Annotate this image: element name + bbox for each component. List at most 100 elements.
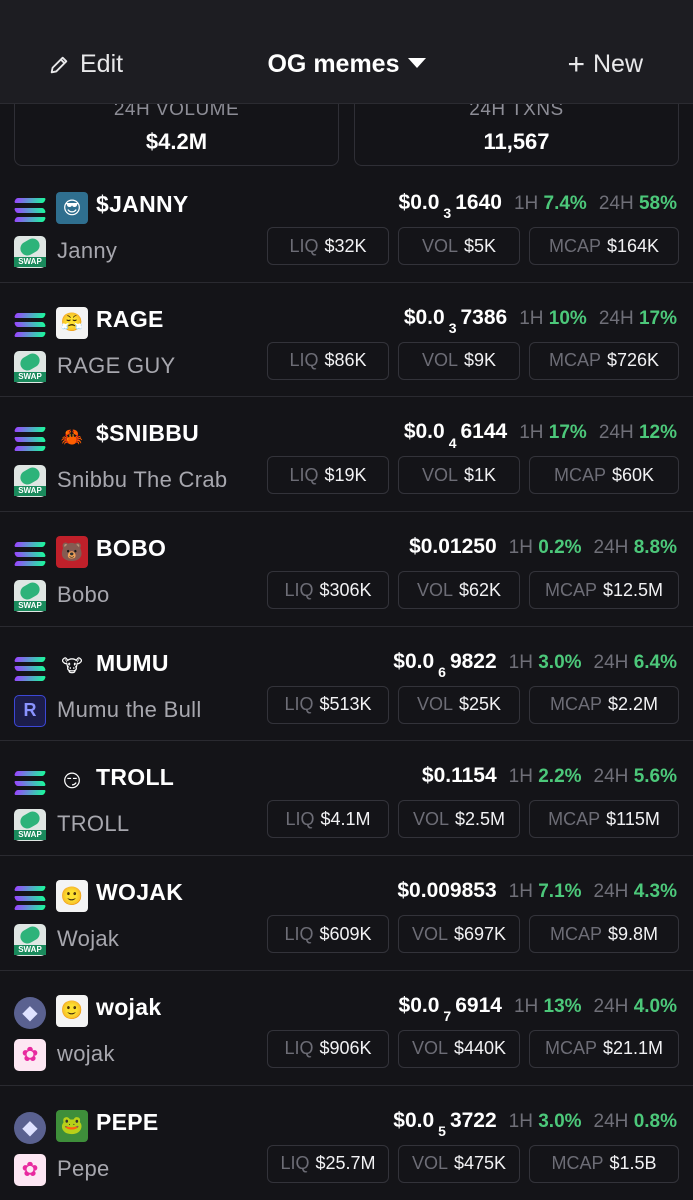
wojak-icon: 🙂 xyxy=(56,880,88,913)
token-row[interactable]: ◆ 🐸 PEPE ✿ Pepe $0.0 5 3722 1H 3.0% 24H 0.8% LIQ $2… xyxy=(0,1086,693,1200)
token-name: wojak xyxy=(57,1040,115,1066)
token-row[interactable]: 🐻 BOBO SWAP Bobo $0.01250 1H 0.2% 24H 8.8% LIQ $… xyxy=(0,512,693,627)
token-symbol: WOJAK xyxy=(96,879,184,906)
janny-avatar-icon: 😎 xyxy=(56,192,88,224)
price-zero-count: 3 xyxy=(448,319,457,336)
volume-pill: VOL $9K xyxy=(398,341,520,380)
metrics-pills: LIQ $306K VOL $62K MCAP $12.5M xyxy=(267,571,679,610)
pepe-icon: 🐸 xyxy=(56,1109,88,1142)
token-row[interactable]: 😏 TROLL SWAP TROLL $0.1154 1H 2.2% 24H 5.6% LIQ… xyxy=(0,741,693,857)
token-price: $0.1154 xyxy=(421,764,497,788)
market-cap-pill: MCAP $12.5M xyxy=(529,571,679,610)
token-name: Snibbu The Crab xyxy=(57,467,228,493)
wojak-icon: 🙂 xyxy=(56,994,88,1027)
price-change-group: $0.0 3 1640 1H 7.4% 24H 58% xyxy=(399,191,677,221)
volume-pill: VOL $2.5M xyxy=(398,800,520,839)
change-24h: 24H 12% xyxy=(598,422,677,444)
token-symbol: $JANNY xyxy=(96,191,189,217)
change-1h: 1H 13% xyxy=(513,995,582,1017)
solana-chain-icon xyxy=(13,767,47,799)
swap-dex-icon: SWAP xyxy=(14,235,46,268)
liquidity-pill: LIQ $32K xyxy=(267,227,389,265)
token-price: $0.0 7 6914 xyxy=(398,993,502,1024)
price-zero-count: 7 xyxy=(443,1008,452,1024)
volume-pill: VOL $697K xyxy=(398,915,520,954)
price-change-group: $0.0 6 9822 1H 3.0% 24H 6.4% xyxy=(393,649,677,680)
price-change-group: $0.0 5 3722 1H 3.0% 24H 0.8% xyxy=(393,1108,677,1139)
volume-pill: VOL $5K xyxy=(398,227,520,265)
token-price: $0.009853 xyxy=(397,879,497,903)
market-cap-pill: MCAP $21.1M xyxy=(529,1029,679,1068)
change-1h: 1H 7.1% xyxy=(508,881,582,903)
metrics-pills: LIQ $19K VOL $1K MCAP $60K xyxy=(267,456,679,495)
market-cap-pill: MCAP $60K xyxy=(529,456,679,495)
price-zero-count: 4 xyxy=(448,434,457,451)
caret-down-icon xyxy=(407,58,426,69)
new-button[interactable]: + New xyxy=(567,50,643,80)
solana-chain-icon xyxy=(13,653,47,685)
price-change-group: $0.0 4 6144 1H 17% 24H 12% xyxy=(403,420,677,451)
token-name: Wojak xyxy=(57,926,120,952)
uniswap-dex-icon: ✿ xyxy=(14,1153,46,1186)
token-symbol: BOBO xyxy=(96,535,167,562)
token-price: $0.0 5 3722 xyxy=(393,1108,497,1139)
market-cap-pill: MCAP $164K xyxy=(529,227,679,265)
metrics-pills: LIQ $906K VOL $440K MCAP $21.1M xyxy=(267,1029,679,1068)
price-change-group: $0.1154 1H 2.2% 24H 5.6% xyxy=(422,764,677,788)
price-change-group: $0.01250 1H 0.2% 24H 8.8% xyxy=(409,535,677,559)
token-name: Bobo xyxy=(57,582,110,608)
bull-icon: 🐮 xyxy=(61,656,83,677)
price-change-group: $0.009853 1H 7.1% 24H 4.3% xyxy=(397,879,677,903)
volume-value: $4.2M xyxy=(145,129,208,154)
raydium-dex-icon: R xyxy=(14,694,46,727)
metrics-pills: LIQ $25.7M VOL $475K MCAP $1.5B xyxy=(267,1144,679,1183)
metrics-pills: LIQ $513K VOL $25K MCAP $2.2M xyxy=(267,685,679,724)
liquidity-pill: LIQ $306K xyxy=(267,571,389,610)
token-row[interactable]: 😤 RAGE SWAP RAGE GUY $0.0 3 7386 1H 10% 24H 17% L… xyxy=(0,283,693,398)
token-name: RAGE GUY xyxy=(57,352,176,378)
change-24h: 24H 58% xyxy=(598,193,677,214)
price-change-group: $0.0 3 7386 1H 10% 24H 17% xyxy=(404,306,677,336)
token-symbol: TROLL xyxy=(96,764,175,791)
metrics-pills: LIQ $4.1M VOL $2.5M MCAP $115M xyxy=(267,800,679,839)
liquidity-pill: LIQ $86K xyxy=(267,341,389,380)
token-row[interactable]: 🦀 $SNIBBU SWAP Snibbu The Crab $0.0 4 6144 1H 1… xyxy=(0,397,693,513)
change-1h: 1H 0.2% xyxy=(508,537,582,559)
liquidity-pill: LIQ $19K xyxy=(267,456,389,495)
liquidity-pill: LIQ $906K xyxy=(267,1029,389,1068)
token-row[interactable]: 🙂 WOJAK SWAP Wojak $0.009853 1H 7.1% 24H 4.3% L… xyxy=(0,856,693,971)
ethereum-chain-icon: ◆ xyxy=(14,1111,46,1144)
change-24h: 24H 4.3% xyxy=(593,881,677,903)
uniswap-dex-icon: ✿ xyxy=(14,1038,46,1071)
change-24h: 24H 6.4% xyxy=(593,651,677,673)
liquidity-pill: LIQ $513K xyxy=(267,685,389,724)
metrics-pills: LIQ $609K VOL $697K MCAP $9.8M xyxy=(267,915,679,954)
volume-pill: VOL $1K xyxy=(398,456,520,495)
market-cap-pill: MCAP $726K xyxy=(529,341,679,380)
token-name: TROLL xyxy=(57,811,130,837)
token-row[interactable]: 😎 $JANNY SWAP Janny $0.0 3 1640 1H 7.4% 24H 58% L… xyxy=(0,168,693,283)
token-list: 😎 $JANNY SWAP Janny $0.0 3 1640 1H 7.4% 24H 58% L… xyxy=(0,168,693,1200)
ethereum-chain-icon: ◆ xyxy=(14,996,46,1029)
price-zero-count: 5 xyxy=(438,1122,446,1139)
bear-icon: 🐻 xyxy=(56,536,88,569)
swap-dex-icon: SWAP xyxy=(14,580,46,613)
change-1h: 1H 3.0% xyxy=(508,1110,582,1132)
change-1h: 1H 7.4% xyxy=(513,193,587,214)
market-cap-pill: MCAP $9.8M xyxy=(529,915,679,954)
new-label: New xyxy=(592,50,643,78)
change-24h: 24H 0.8% xyxy=(593,1110,677,1132)
token-row[interactable]: 🐮 MUMU R Mumu the Bull $0.0 6 9822 1H 3.0% 24H 6… xyxy=(0,627,693,742)
solana-chain-icon xyxy=(13,423,47,455)
token-price: $0.0 6 9822 xyxy=(393,649,497,680)
token-row[interactable]: ◆ 🙂 wojak ✿ wojak $0.0 7 6914 1H 13% 24H 4.0% LIQ $… xyxy=(0,971,693,1086)
change-1h: 1H 17% xyxy=(519,422,587,444)
market-cap-pill: MCAP $2.2M xyxy=(529,685,679,724)
change-24h: 24H 8.8% xyxy=(593,537,677,559)
swap-dex-icon: SWAP xyxy=(14,350,46,383)
token-symbol: wojak xyxy=(96,993,162,1020)
token-price: $0.0 4 6144 xyxy=(403,420,508,451)
change-24h: 24H 4.0% xyxy=(593,995,677,1017)
price-change-group: $0.0 7 6914 1H 13% 24H 4.0% xyxy=(398,993,677,1024)
liquidity-pill: LIQ $25.7M xyxy=(267,1144,389,1183)
